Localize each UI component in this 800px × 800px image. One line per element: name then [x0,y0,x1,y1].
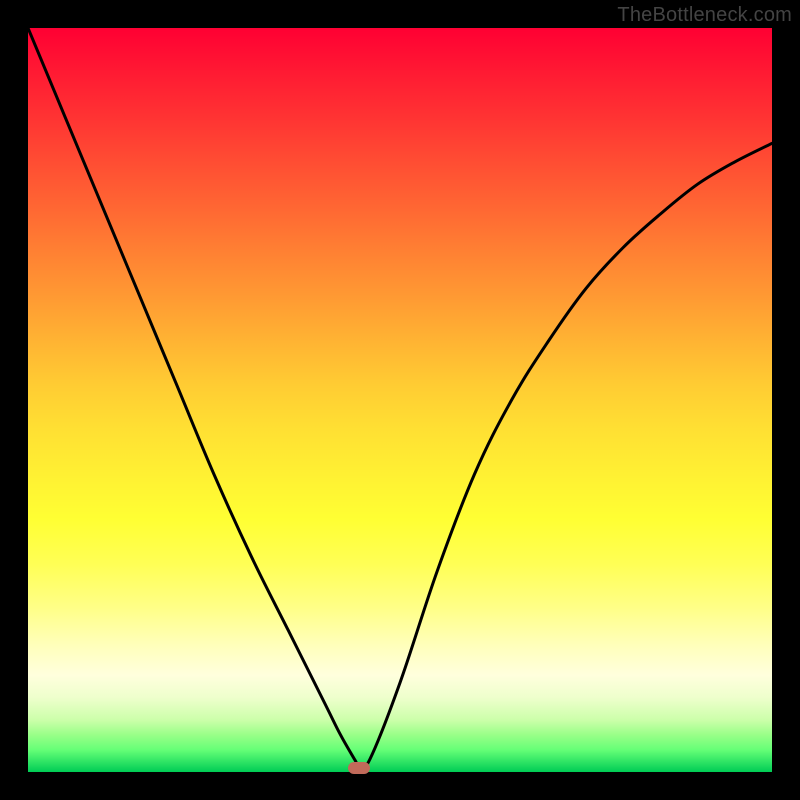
watermark-text: TheBottleneck.com [617,4,792,27]
plot-background-gradient [28,28,772,772]
optimal-point-marker [348,762,370,774]
chart-frame: TheBottleneck.com [0,0,800,800]
